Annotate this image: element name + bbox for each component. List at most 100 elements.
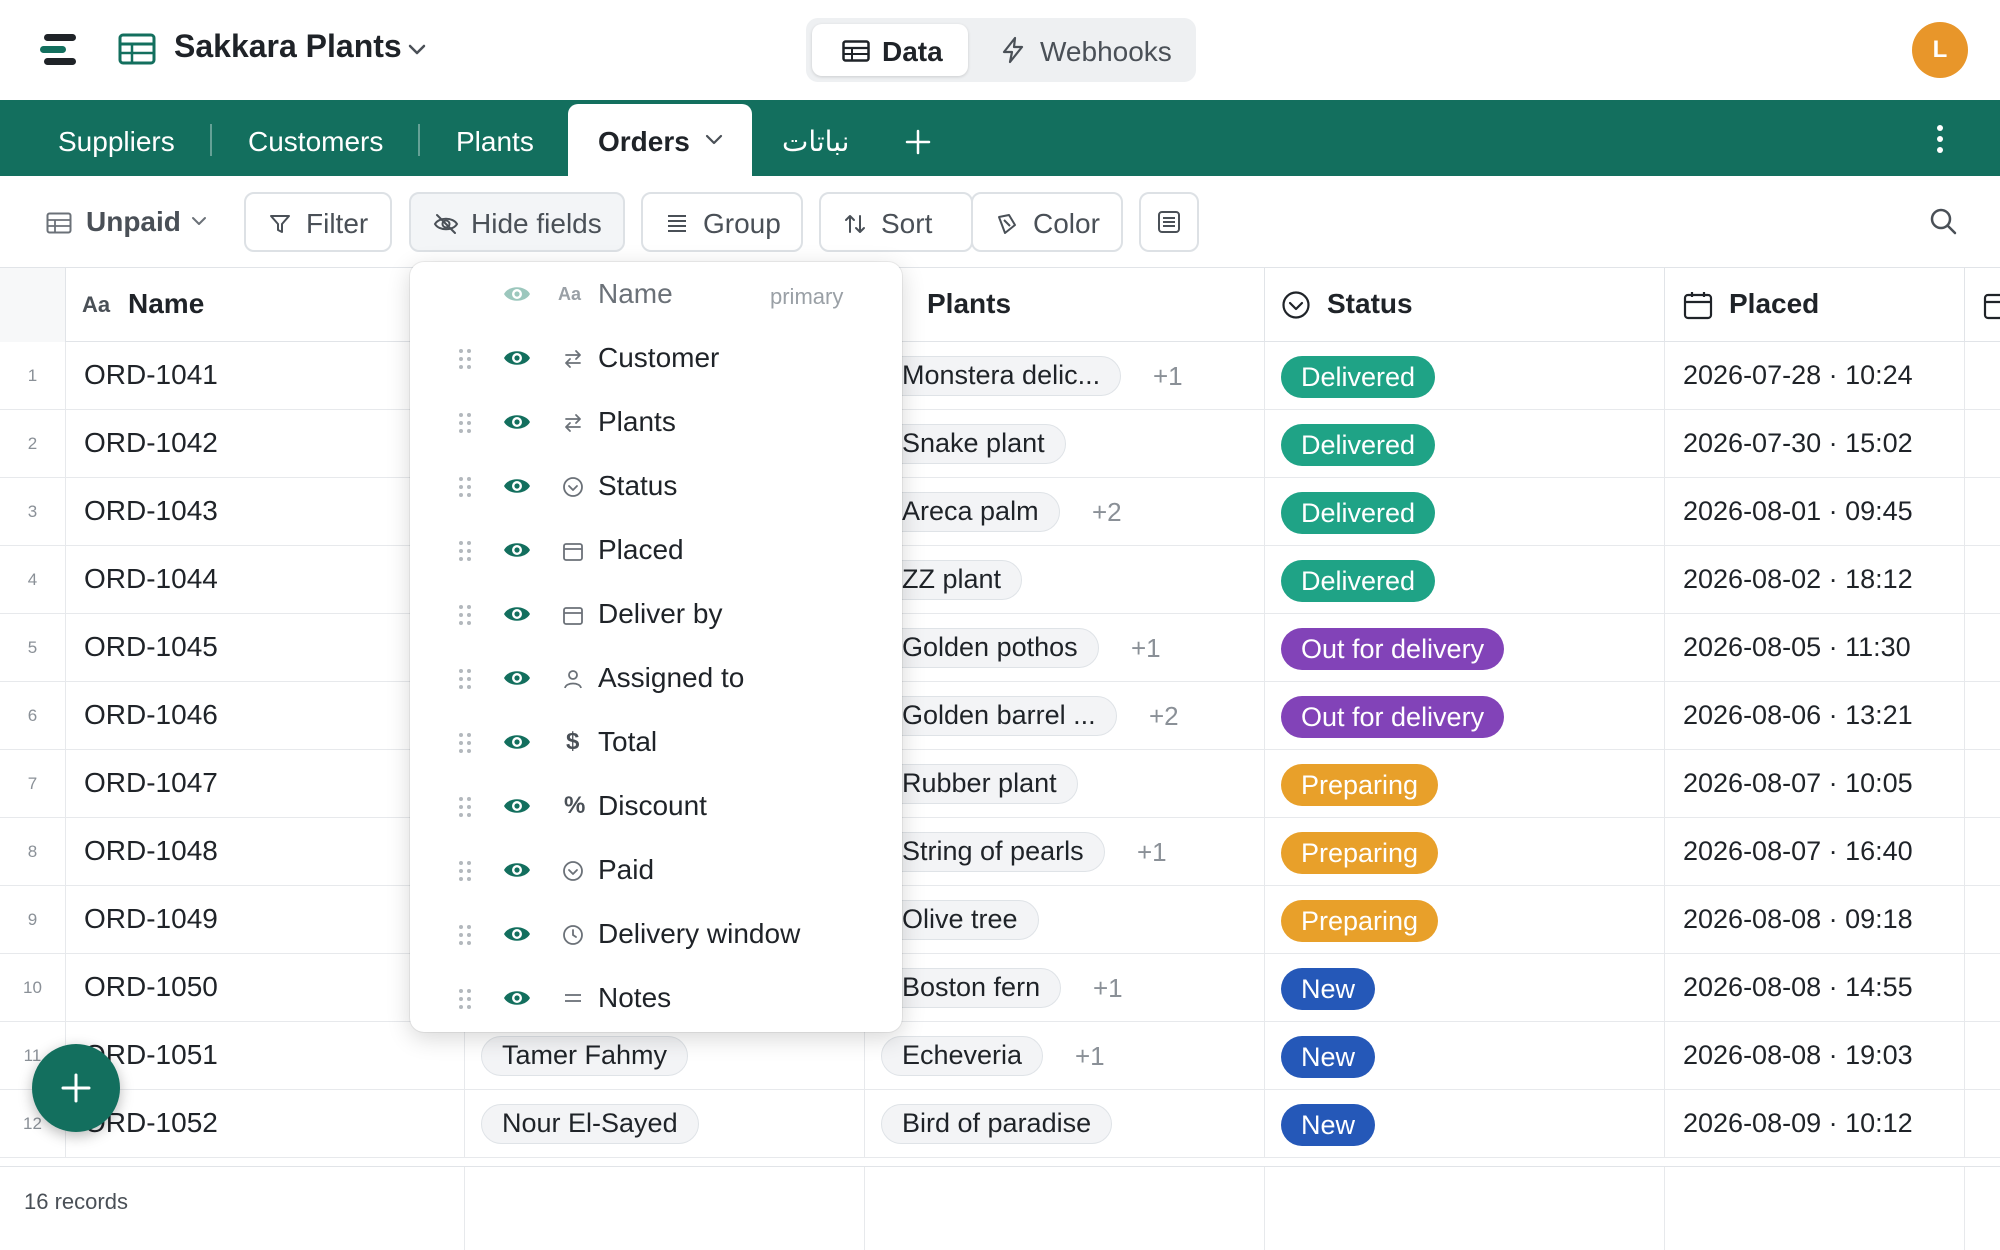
more-plants-count[interactable]: +1 <box>1137 832 1167 872</box>
table-row[interactable]: 5 ORD-1045 Golden pothos +1 Out for delivery… <box>0 614 2000 682</box>
cell-name[interactable]: ORD-1048 <box>66 818 465 886</box>
table-row[interactable]: 10 ORD-1050 Boston fern +1 New 2026-08-08 · 1… <box>0 954 2000 1022</box>
cell-deliver-by[interactable] <box>1965 478 2000 546</box>
eye-icon[interactable] <box>502 794 532 818</box>
table-row[interactable]: 6 ORD-1046 Golden barrel ... +2 Out for deli… <box>0 682 2000 750</box>
eye-icon[interactable] <box>502 858 532 882</box>
field-toggle-row[interactable]: Placed <box>410 518 902 582</box>
cell-plants[interactable]: Olive tree <box>865 886 1265 954</box>
tab-customers[interactable]: Customers <box>248 100 383 176</box>
drag-handle-icon[interactable] <box>458 860 472 882</box>
field-toggle-row[interactable]: % Discount <box>410 774 902 838</box>
cell-status[interactable]: Preparing <box>1265 750 1665 818</box>
eye-icon[interactable] <box>502 730 532 754</box>
table-row[interactable]: 2 ORD-1042 Snake plant Delivered 2026-07-30 … <box>0 410 2000 478</box>
base-title[interactable]: Sakkara Plants <box>174 28 402 65</box>
eye-icon[interactable] <box>502 346 532 370</box>
row-height-button[interactable] <box>1139 192 1199 252</box>
add-record-button[interactable] <box>32 1044 120 1132</box>
field-toggle-row[interactable]: Delivery window <box>410 902 902 966</box>
cell-customer[interactable]: Tamer Fahmy <box>465 1022 865 1090</box>
cell-plants[interactable]: ZZ plant <box>865 546 1265 614</box>
chevron-down-icon[interactable] <box>704 132 724 148</box>
eye-icon[interactable] <box>502 666 532 690</box>
column-header-deliver-by[interactable] <box>1965 268 2000 342</box>
more-plants-count[interactable]: +1 <box>1093 968 1123 1008</box>
cell-name[interactable]: ORD-1047 <box>66 750 465 818</box>
sort-button[interactable]: Sort <box>819 192 973 252</box>
cell-plants[interactable]: Monstera delic... +1 <box>865 342 1265 410</box>
cell-plants[interactable]: Rubber plant <box>865 750 1265 818</box>
cell-deliver-by[interactable] <box>1965 1090 2000 1158</box>
filter-button[interactable]: Filter <box>244 192 392 252</box>
more-vertical-icon[interactable] <box>1936 124 1944 154</box>
eye-icon[interactable] <box>502 922 532 946</box>
group-button[interactable]: Group <box>641 192 803 252</box>
tab-plants[interactable]: Plants <box>456 100 534 176</box>
drag-handle-icon[interactable] <box>458 988 472 1010</box>
customer-chip[interactable]: Tamer Fahmy <box>481 1036 689 1076</box>
plant-chip[interactable]: String of pearls <box>881 832 1105 872</box>
cell-plants[interactable]: Snake plant <box>865 410 1265 478</box>
plant-chip[interactable]: Bird of paradise <box>881 1104 1113 1144</box>
avatar[interactable]: L <box>1912 22 1968 78</box>
plant-chip[interactable]: Golden pothos <box>881 628 1099 668</box>
table-row[interactable]: 3 ORD-1043 Areca palm +2 Delivered 2026-08-01… <box>0 478 2000 546</box>
cell-status[interactable]: Delivered <box>1265 478 1665 546</box>
table-row[interactable]: 7 ORD-1047 Rubber plant Preparing 2026-08-07… <box>0 750 2000 818</box>
cell-deliver-by[interactable] <box>1965 818 2000 886</box>
field-toggle-row[interactable]: Paid <box>410 838 902 902</box>
column-header-status[interactable]: Status <box>1265 268 1665 342</box>
tab-suppliers[interactable]: Suppliers <box>58 100 175 176</box>
tab-arabic-plants[interactable]: نباتات <box>782 100 849 176</box>
drag-handle-icon[interactable] <box>458 604 472 626</box>
more-plants-count[interactable]: +2 <box>1092 492 1122 532</box>
cell-deliver-by[interactable] <box>1965 342 2000 410</box>
field-toggle-row[interactable]: Aa Name primary <box>410 262 902 326</box>
field-toggle-row[interactable]: Status <box>410 454 902 518</box>
cell-status[interactable]: Delivered <box>1265 410 1665 478</box>
cell-status[interactable]: New <box>1265 1090 1665 1158</box>
webhooks-mode-button[interactable]: Webhooks <box>986 24 1186 76</box>
cell-deliver-by[interactable] <box>1965 1022 2000 1090</box>
cell-placed[interactable]: 2026-08-08 · 09:18 <box>1665 886 1965 954</box>
cell-placed[interactable]: 2026-08-08 · 14:55 <box>1665 954 1965 1022</box>
drag-handle-icon[interactable] <box>458 668 472 690</box>
cell-name[interactable]: ORD-1045 <box>66 614 465 682</box>
plant-chip[interactable]: Rubber plant <box>881 764 1078 804</box>
field-toggle-row[interactable]: $ Total <box>410 710 902 774</box>
cell-placed[interactable]: 2026-08-08 · 19:03 <box>1665 1022 1965 1090</box>
plant-chip[interactable]: ZZ plant <box>881 560 1023 600</box>
field-toggle-row[interactable]: Notes <box>410 966 902 1030</box>
table-row[interactable]: 4 ORD-1044 ZZ plant Delivered 2026-08-02 · 1… <box>0 546 2000 614</box>
drag-handle-icon[interactable] <box>458 924 472 946</box>
cell-placed[interactable]: 2026-08-07 · 16:40 <box>1665 818 1965 886</box>
cell-plants[interactable]: Boston fern +1 <box>865 954 1265 1022</box>
drag-handle-icon[interactable] <box>458 796 472 818</box>
table-row[interactable]: 9 ORD-1049 Olive tree Preparing 2026-08-08 ·… <box>0 886 2000 954</box>
cell-name[interactable]: ORD-1052 <box>66 1090 465 1158</box>
cell-name[interactable]: ORD-1043 <box>66 478 465 546</box>
drag-handle-icon[interactable] <box>458 348 472 370</box>
eye-icon[interactable] <box>502 986 532 1010</box>
eye-icon[interactable] <box>502 282 532 306</box>
cell-placed[interactable]: 2026-08-06 · 13:21 <box>1665 682 1965 750</box>
cell-name[interactable]: ORD-1044 <box>66 546 465 614</box>
hide-fields-button[interactable]: Hide fields <box>409 192 625 252</box>
cell-name[interactable]: ORD-1046 <box>66 682 465 750</box>
cell-name[interactable]: ORD-1051 <box>66 1022 465 1090</box>
cell-name[interactable]: ORD-1050 <box>66 954 465 1022</box>
menu-icon[interactable] <box>40 32 80 68</box>
cell-status[interactable]: New <box>1265 1022 1665 1090</box>
plant-chip[interactable]: Olive tree <box>881 900 1039 940</box>
cell-deliver-by[interactable] <box>1965 410 2000 478</box>
cell-placed[interactable]: 2026-07-30 · 15:02 <box>1665 410 1965 478</box>
cell-status[interactable]: Out for delivery <box>1265 614 1665 682</box>
column-header-placed[interactable]: Placed <box>1665 268 1965 342</box>
cell-status[interactable]: Out for delivery <box>1265 682 1665 750</box>
more-plants-count[interactable]: +1 <box>1131 628 1161 668</box>
eye-icon[interactable] <box>502 602 532 626</box>
cell-placed[interactable]: 2026-08-01 · 09:45 <box>1665 478 1965 546</box>
field-toggle-row[interactable]: Assigned to <box>410 646 902 710</box>
add-table-icon[interactable] <box>904 128 932 156</box>
